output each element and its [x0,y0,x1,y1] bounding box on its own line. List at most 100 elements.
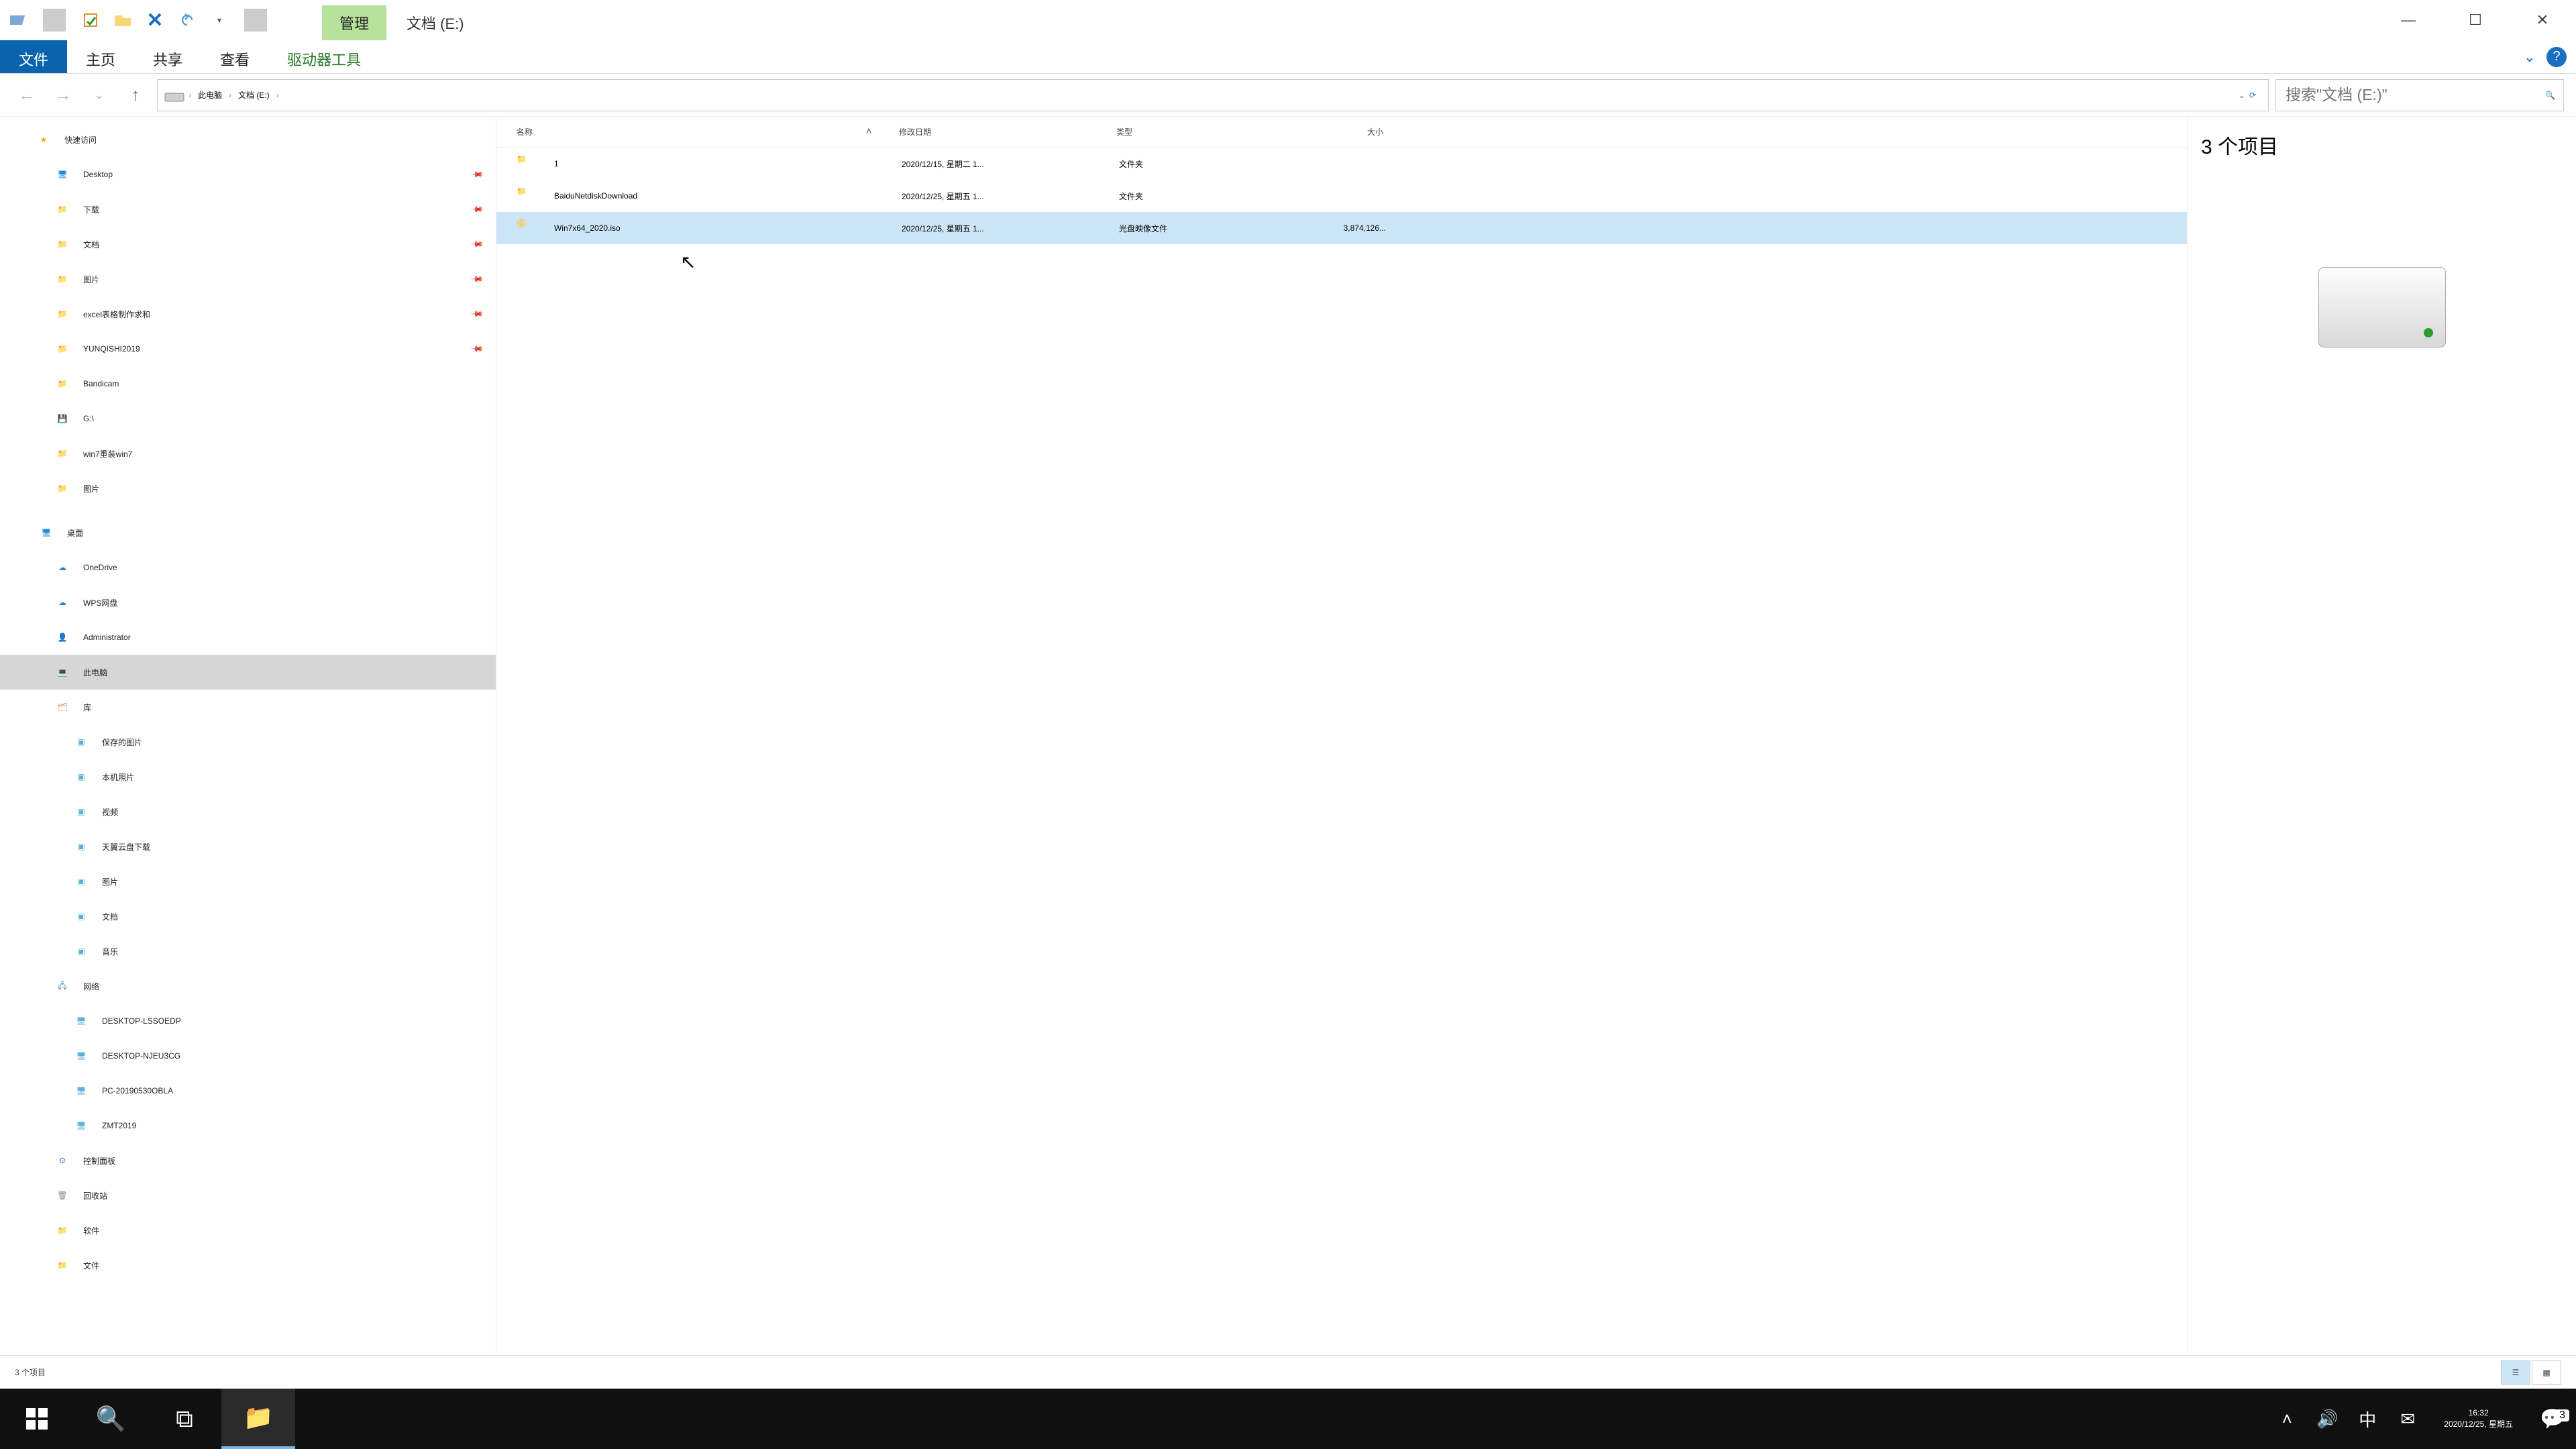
nav-up-button[interactable]: ↑ [121,80,150,110]
file-row[interactable]: 📁 BaiduNetdiskDownload 2020/12/25, 星期五 1… [496,180,2187,212]
nav-qa-item[interactable]: 📁下载📌 [0,192,496,227]
preview-header: 3 个项目 [2201,130,2278,160]
close-button[interactable]: ✕ [2509,1,2576,40]
nav-software[interactable]: 📁软件 [0,1213,496,1248]
nav-lib-item[interactable]: ▣视频 [0,794,496,829]
nav-onedrive[interactable]: ☁OneDrive [0,550,496,585]
qat-undo-icon[interactable] [176,9,199,32]
breadcrumb-drive-icon [164,88,184,103]
control-panel-icon: ⚙ [51,1151,74,1170]
nav-recent-dropdown[interactable]: ⌄ [85,80,114,110]
nav-lib-item[interactable]: ▣本机照片 [0,759,496,794]
nav-quick-access[interactable]: ★ 快速访问 [0,122,496,157]
help-icon[interactable]: ? [2546,47,2567,67]
ribbon-tab-file[interactable]: 文件 [0,40,67,73]
desktop-icon: 🖥 [35,523,58,542]
column-size[interactable]: 大小 [1296,126,1403,138]
nav-lib-item[interactable]: ▣文档 [0,899,496,934]
tray-app-icon[interactable]: ✉ [2387,1409,2428,1430]
nav-qa-item[interactable]: 📁图片📌 [0,262,496,297]
column-type[interactable]: 类型 [1116,126,1296,138]
nav-qa-item[interactable]: 🖥Desktop📌 [0,157,496,192]
breadcrumb-sep[interactable]: › [189,91,191,100]
qat-dropdown-icon[interactable]: ▾ [208,9,231,32]
nav-qa-item[interactable]: 📁图片 [0,471,496,506]
nav-label: 文档 [102,911,118,922]
breadcrumb[interactable]: › 此电脑 › 文档 (E:) › ⌄ ⟳ [157,79,2269,111]
view-details-button[interactable]: ☰ [2501,1360,2530,1385]
ribbon-collapse-icon[interactable]: ⌄ [2524,48,2536,66]
taskbar-explorer-button[interactable]: 📁 [221,1389,295,1449]
view-thumbnails-button[interactable]: ▦ [2532,1360,2561,1385]
search-box[interactable]: 🔍 [2275,79,2564,111]
nav-libraries[interactable]: 🗂库 [0,690,496,724]
pin-icon: 📌 [470,203,484,216]
file-row[interactable]: 📁 1 2020/12/15, 星期二 1... 文件夹 [496,148,2187,180]
navigation-pane[interactable]: ★ 快速访问 🖥Desktop📌 📁下载📌 📁文档📌 📁图片📌 📁excel表格… [0,117,496,1355]
nav-net-item[interactable]: 🖥DESKTOP-LSSOEDP [0,1004,496,1038]
nav-label: win7重装win7 [83,448,132,460]
breadcrumb-sep[interactable]: › [229,91,231,100]
qat-newfolder-icon[interactable] [111,9,134,32]
file-name: BaiduNetdiskDownload [554,191,902,201]
nav-qa-item[interactable]: 📁YUNQISHI2019📌 [0,331,496,366]
file-list[interactable]: 名称˄ 修改日期 类型 大小 📁 1 2020/12/15, 星期二 1... … [496,117,2187,1355]
maximize-button[interactable]: ☐ [2442,1,2509,40]
nav-user[interactable]: 👤Administrator [0,620,496,655]
nav-forward-button[interactable]: → [48,80,78,110]
nav-qa-item[interactable]: 📁Bandicam [0,366,496,401]
nav-lib-item[interactable]: ▣音乐 [0,934,496,969]
start-button[interactable] [0,1389,74,1449]
recycle-icon: 🗑 [51,1186,74,1205]
ribbon-tab-view[interactable]: 查看 [201,40,268,73]
action-center-button[interactable]: 💬 3 [2529,1407,2576,1431]
task-view-button[interactable]: ⧉ [148,1389,221,1449]
column-name[interactable]: 名称˄ [517,126,899,138]
nav-wps[interactable]: ☁WPS网盘 [0,585,496,620]
refresh-icon[interactable]: ⟳ [2249,91,2256,100]
breadcrumb-location[interactable]: 文档 (E:) [235,89,272,101]
nav-label: WPS网盘 [83,597,117,608]
qat-delete-icon[interactable]: ✕ [144,9,166,32]
nav-net-item[interactable]: 🖥ZMT2019 [0,1108,496,1143]
breadcrumb-this-pc[interactable]: 此电脑 [195,89,225,101]
nav-qa-item[interactable]: 📁excel表格制作求和📌 [0,297,496,331]
nav-label: PC-20190530OBLA [102,1086,173,1095]
qat-app-icon[interactable] [7,9,30,32]
nav-recycle[interactable]: 🗑回收站 [0,1178,496,1213]
nav-files[interactable]: 📁文件 [0,1248,496,1283]
breadcrumb-dropdown-icon[interactable]: ⌄ [2239,91,2245,100]
file-row-selected[interactable]: 📀 Win7x64_2020.iso 2020/12/25, 星期五 1... … [496,212,2187,244]
nav-lib-item[interactable]: ▣天翼云盘下载 [0,829,496,864]
nav-label: 控制面板 [83,1155,115,1167]
ime-icon[interactable]: 中 [2347,1407,2387,1432]
nav-desktop-root[interactable]: 🖥桌面 [0,515,496,550]
nav-qa-item[interactable]: 📁文档📌 [0,227,496,262]
nav-lib-item[interactable]: ▣保存的图片 [0,724,496,759]
search-icon[interactable]: 🔍 [2545,91,2555,100]
nav-network[interactable]: 🖧网络 [0,969,496,1004]
ribbon-tab-share[interactable]: 共享 [134,40,201,73]
pc-icon: 🖥 [70,1046,93,1065]
folder-icon: 📁 [51,1221,74,1240]
nav-lib-item[interactable]: ▣图片 [0,864,496,899]
tray-overflow-icon[interactable]: ˄ [2267,1409,2307,1430]
nav-net-item[interactable]: 🖥PC-20190530OBLA [0,1073,496,1108]
minimize-button[interactable]: — [2375,1,2442,40]
column-date[interactable]: 修改日期 [899,126,1116,138]
nav-net-item[interactable]: 🖥DESKTOP-NJEU3CG [0,1038,496,1073]
ribbon-tab-home[interactable]: 主页 [67,40,134,73]
contextual-tab-manage[interactable]: 管理 [322,5,386,40]
nav-qa-item[interactable]: 📁win7重装win7 [0,436,496,471]
nav-control-panel[interactable]: ⚙ 控制面板 [0,1143,496,1178]
breadcrumb-sep[interactable]: › [276,91,279,100]
taskbar-search-button[interactable]: 🔍 [74,1389,148,1449]
nav-qa-item[interactable]: 💾G:\ [0,401,496,436]
taskbar-clock[interactable]: 16:32 2020/12/25, 星期五 [2428,1407,2529,1430]
search-input[interactable] [2286,86,2554,104]
volume-icon[interactable]: 🔊 [2307,1409,2347,1430]
nav-this-pc[interactable]: 💻此电脑 [0,655,496,690]
nav-back-button[interactable]: ← [12,80,42,110]
qat-properties-icon[interactable] [79,9,102,32]
ribbon-tab-drivetools[interactable]: 驱动器工具 [268,40,380,73]
